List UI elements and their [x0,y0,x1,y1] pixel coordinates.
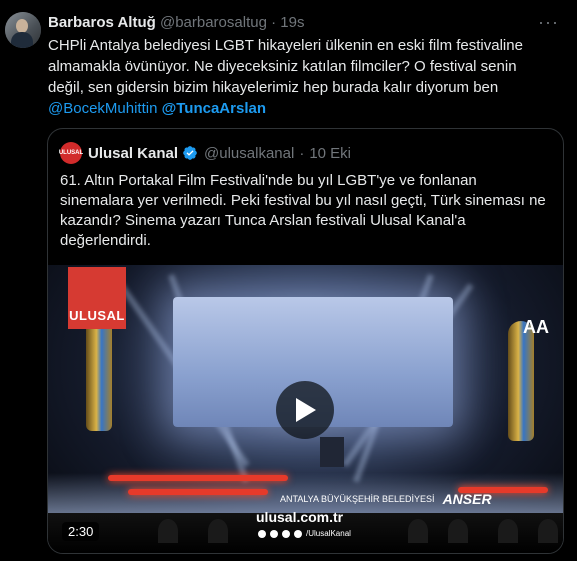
channel-logo-text: ULUSAL [69,308,125,323]
author-avatar[interactable] [5,12,41,48]
social-handle: /UlusalKanal [306,529,351,538]
quote-separator: · [299,144,305,162]
quote-header: ULUSAL Ulusal Kanal @ulusalkanal · 10 Ek… [58,141,351,165]
quote-date[interactable]: 10 Eki [309,145,351,162]
stage-light [128,489,268,495]
separator: · [271,14,277,31]
stage-light [108,475,288,481]
tweet-header: Barbaros Altuğ @barbarosaltug · 19s [48,13,304,33]
video-player[interactable]: ULUSAL AA ANTALYA BÜYÜKŞEHİR BELEDİYESİ … [48,265,563,553]
video-duration: 2:30 [62,522,100,541]
social-strip: /UlusalKanal [258,529,351,538]
quote-author-name[interactable]: Ulusal Kanal [88,145,178,162]
quote-author-handle[interactable]: @ulusalkanal [204,145,294,162]
sponsor-anser: ANSER [442,491,492,507]
more-icon[interactable]: ··· [538,12,559,32]
statue-left [86,311,112,431]
quote-avatar[interactable]: ULUSAL [58,142,84,164]
author-name[interactable]: Barbaros Altuğ [48,14,156,31]
quote-avatar-text: ULUSAL [58,150,84,156]
site-url: ulusal.com.tr [256,509,344,525]
tweet-body: CHPli Antalya belediyesi LGBT hikayeleri… [48,37,523,96]
aa-logo: AA [523,317,549,337]
quote-text: 61. Altın Portakal Film Festivali'nde bu… [60,172,546,249]
sponsor-strip: ANTALYA BÜYÜKŞEHİR BELEDİYESİ ANSER [280,491,492,507]
tweet-time[interactable]: 19s [280,14,304,31]
mention-tunca[interactable]: @TuncaArslan [162,100,266,117]
play-button[interactable] [276,381,334,439]
sponsor-antalya: ANTALYA BÜYÜKŞEHİR BELEDİYESİ [280,494,435,504]
tweet: Barbaros Altuğ @barbarosaltug · 19s ··· … [0,0,577,561]
channel-logo: ULUSAL [68,267,126,329]
mention-bocek[interactable]: @BocekMuhittin [48,100,157,117]
verified-badge-icon [183,146,197,160]
author-handle[interactable]: @barbarosaltug [160,14,267,31]
play-icon [296,398,316,422]
quoted-tweet[interactable]: ULUSAL Ulusal Kanal @ulusalkanal · 10 Ek… [47,128,564,554]
statue-right [508,321,534,441]
tweet-text: CHPli Antalya belediyesi LGBT hikayeleri… [48,35,548,119]
podium [320,437,344,467]
